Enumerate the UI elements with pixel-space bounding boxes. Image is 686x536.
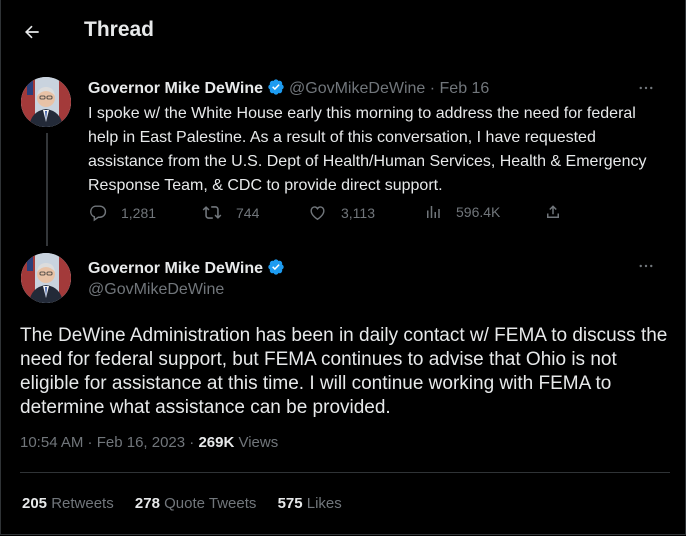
quotes-stat-count: 278 [134,495,160,512]
back-button[interactable] [16,16,48,48]
verified-badge-icon [268,79,284,95]
heart-icon [310,206,325,221]
tweet2-views-count: 269K [198,434,235,451]
more-horizontal-icon [639,86,653,90]
thread-header: Thread [0,0,686,64]
tweet2-handle[interactable]: @GovMikeDeWine [88,281,224,299]
tweet2-author-row: Governor Mike DeWine [88,258,289,278]
tweet1-more-button[interactable] [634,78,658,98]
tweet1-date[interactable]: · Feb 16 [425,80,490,97]
views-count: 596.4K [456,204,501,220]
retweets-stat-label: Retweets [47,495,114,512]
thread-connector-line [46,133,48,246]
quotes-stat-link[interactable]: 278 Quote Tweets [135,495,256,512]
avatar-image [21,253,71,303]
tweet1-handle[interactable]: @GovMikeDeWine [289,80,425,97]
likes-stat-count: 575 [277,495,303,512]
share-icon [547,205,559,218]
arrow-left-icon [25,25,39,39]
reply-count: 1,281 [121,204,157,221]
retweets-stat-count: 205 [22,495,48,512]
tweet1-actions: 1,281 744 3,113 596.4K [88,203,668,227]
like-count: 3,113 [341,204,375,221]
reply-icon [90,205,107,222]
tweet2-text: The DeWine Administration has been in da… [20,325,668,418]
views-chart-icon [427,206,440,218]
divider [20,472,670,473]
tweet2-meta: 10:54 AM · Feb 16, 2023 · 269K Views [20,434,278,451]
more-horizontal-icon [639,264,653,268]
tweet1-author-name[interactable]: Governor Mike DeWine [88,80,263,97]
tweet1-text: I spoke w/ the White House early this mo… [88,105,647,194]
reply-button[interactable]: 1,281 [88,203,156,222]
retweets-stat-link[interactable]: 205 Retweets [22,495,114,512]
tweet2-stats: 205 Retweets 278 Quote Tweets 575 Likes [22,495,359,512]
tweet1-header: Governor Mike DeWine @GovMikeDeWine · Feb… [88,78,489,98]
like-button[interactable]: 3,113 [308,203,375,222]
retweet-count: 744 [236,204,260,221]
tweet2-views-label: Views [234,434,279,451]
avatar-image [21,77,71,127]
likes-stat-label: Likes [302,495,342,512]
tweet2-timestamp[interactable]: 10:54 AM · Feb 16, 2023 · [20,434,198,451]
quotes-stat-label: Quote Tweets [159,495,257,512]
retweet-button[interactable]: 744 [202,203,259,222]
tweet2-more-button[interactable] [634,256,658,276]
tweet2-author-name[interactable]: Governor Mike DeWine [88,260,263,277]
retweet-icon [202,206,222,219]
likes-stat-link[interactable]: 575 Likes [278,495,342,512]
share-button[interactable] [544,203,576,221]
avatar[interactable] [21,77,71,127]
views-button[interactable]: 596.4K [424,203,500,221]
avatar[interactable] [21,253,71,303]
verified-badge-icon [268,259,284,275]
page-title: Thread [84,18,155,41]
